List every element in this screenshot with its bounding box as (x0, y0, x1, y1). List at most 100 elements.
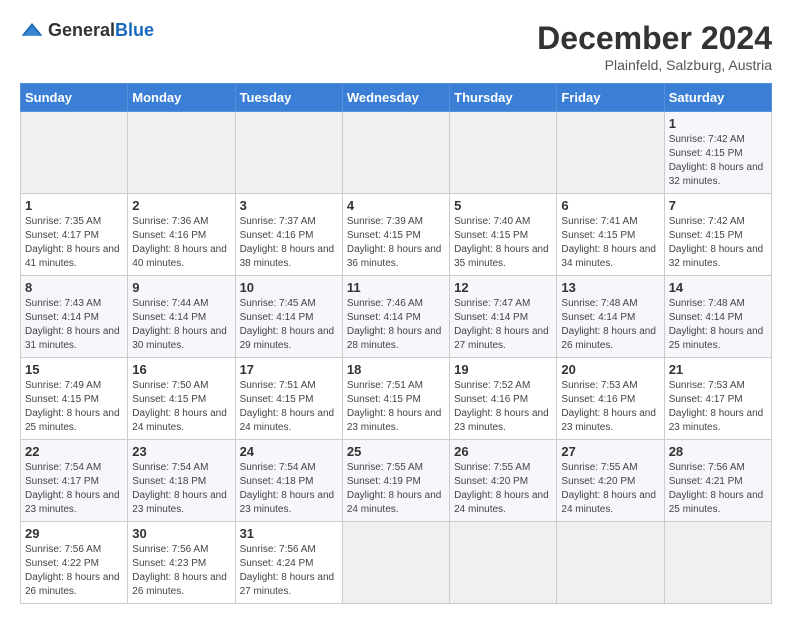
daylight: Daylight: 8 hours and 26 minutes. (132, 572, 227, 597)
day-number: 15 (25, 362, 123, 377)
sunset: Sunset: 4:17 PM (25, 230, 99, 241)
calendar-cell: 30 Sunrise: 7:56 AM Sunset: 4:23 PM Dayl… (128, 522, 235, 604)
day-info: Sunrise: 7:48 AM Sunset: 4:14 PM Dayligh… (669, 297, 767, 353)
day-number: 26 (454, 444, 552, 459)
day-number: 6 (561, 198, 659, 213)
day-number: 2 (132, 198, 230, 213)
sunrise: Sunrise: 7:37 AM (240, 216, 316, 227)
sunrise: Sunrise: 7:50 AM (132, 380, 208, 391)
calendar-cell: 24 Sunrise: 7:54 AM Sunset: 4:18 PM Dayl… (235, 440, 342, 522)
day-info: Sunrise: 7:56 AM Sunset: 4:24 PM Dayligh… (240, 543, 338, 599)
daylight: Daylight: 8 hours and 38 minutes. (240, 244, 335, 269)
daylight: Daylight: 8 hours and 34 minutes. (561, 244, 656, 269)
sunset: Sunset: 4:17 PM (669, 394, 743, 405)
sunrise: Sunrise: 7:54 AM (132, 462, 208, 473)
sunrise: Sunrise: 7:44 AM (132, 298, 208, 309)
sunrise: Sunrise: 7:41 AM (561, 216, 637, 227)
sunrise: Sunrise: 7:53 AM (669, 380, 745, 391)
sunset: Sunset: 4:17 PM (25, 476, 99, 487)
title-area: December 2024 Plainfeld, Salzburg, Austr… (537, 20, 772, 73)
sunset: Sunset: 4:24 PM (240, 558, 314, 569)
day-number: 7 (669, 198, 767, 213)
calendar-cell: 1 Sunrise: 7:42 AM Sunset: 4:15 PM Dayli… (664, 112, 771, 194)
sunrise: Sunrise: 7:46 AM (347, 298, 423, 309)
sunset: Sunset: 4:23 PM (132, 558, 206, 569)
day-info: Sunrise: 7:49 AM Sunset: 4:15 PM Dayligh… (25, 379, 123, 435)
daylight: Daylight: 8 hours and 24 minutes. (347, 490, 442, 515)
day-number: 30 (132, 526, 230, 541)
sunset: Sunset: 4:14 PM (347, 312, 421, 323)
week-row-5: 22 Sunrise: 7:54 AM Sunset: 4:17 PM Dayl… (21, 440, 772, 522)
week-row-6: 29 Sunrise: 7:56 AM Sunset: 4:22 PM Dayl… (21, 522, 772, 604)
calendar-cell: 28 Sunrise: 7:56 AM Sunset: 4:21 PM Dayl… (664, 440, 771, 522)
logo-general: General (48, 20, 115, 40)
day-info: Sunrise: 7:43 AM Sunset: 4:14 PM Dayligh… (25, 297, 123, 353)
daylight: Daylight: 8 hours and 24 minutes. (454, 490, 549, 515)
day-info: Sunrise: 7:42 AM Sunset: 4:15 PM Dayligh… (669, 215, 767, 271)
calendar-cell: 9 Sunrise: 7:44 AM Sunset: 4:14 PM Dayli… (128, 276, 235, 358)
sunset: Sunset: 4:15 PM (669, 230, 743, 241)
sunset: Sunset: 4:15 PM (347, 394, 421, 405)
day-info: Sunrise: 7:56 AM Sunset: 4:23 PM Dayligh… (132, 543, 230, 599)
sunrise: Sunrise: 7:56 AM (669, 462, 745, 473)
sunrise: Sunrise: 7:54 AM (25, 462, 101, 473)
calendar-table: SundayMondayTuesdayWednesdayThursdayFrid… (20, 83, 772, 604)
calendar-cell: 20 Sunrise: 7:53 AM Sunset: 4:16 PM Dayl… (557, 358, 664, 440)
day-header-saturday: Saturday (664, 84, 771, 112)
sunset: Sunset: 4:18 PM (132, 476, 206, 487)
sunrise: Sunrise: 7:49 AM (25, 380, 101, 391)
day-number: 12 (454, 280, 552, 295)
daylight: Daylight: 8 hours and 41 minutes. (25, 244, 120, 269)
day-info: Sunrise: 7:50 AM Sunset: 4:15 PM Dayligh… (132, 379, 230, 435)
day-number: 19 (454, 362, 552, 377)
calendar-cell (450, 112, 557, 194)
sunset: Sunset: 4:15 PM (132, 394, 206, 405)
day-number: 8 (25, 280, 123, 295)
sunset: Sunset: 4:16 PM (454, 394, 528, 405)
daylight: Daylight: 8 hours and 23 minutes. (240, 490, 335, 515)
calendar-cell (128, 112, 235, 194)
logo-blue: Blue (115, 20, 154, 40)
day-info: Sunrise: 7:54 AM Sunset: 4:18 PM Dayligh… (132, 461, 230, 517)
sunset: Sunset: 4:19 PM (347, 476, 421, 487)
calendar-cell: 14 Sunrise: 7:48 AM Sunset: 4:14 PM Dayl… (664, 276, 771, 358)
calendar-cell: 12 Sunrise: 7:47 AM Sunset: 4:14 PM Dayl… (450, 276, 557, 358)
sunrise: Sunrise: 7:56 AM (25, 544, 101, 555)
calendar-cell: 27 Sunrise: 7:55 AM Sunset: 4:20 PM Dayl… (557, 440, 664, 522)
sunrise: Sunrise: 7:55 AM (454, 462, 530, 473)
sunrise: Sunrise: 7:35 AM (25, 216, 101, 227)
day-number: 18 (347, 362, 445, 377)
sunset: Sunset: 4:21 PM (669, 476, 743, 487)
daylight: Daylight: 8 hours and 26 minutes. (561, 326, 656, 351)
day-header-wednesday: Wednesday (342, 84, 449, 112)
day-header-monday: Monday (128, 84, 235, 112)
calendar-cell: 29 Sunrise: 7:56 AM Sunset: 4:22 PM Dayl… (21, 522, 128, 604)
calendar-cell (664, 522, 771, 604)
header-row: SundayMondayTuesdayWednesdayThursdayFrid… (21, 84, 772, 112)
calendar-cell (235, 112, 342, 194)
day-number: 11 (347, 280, 445, 295)
daylight: Daylight: 8 hours and 27 minutes. (240, 572, 335, 597)
daylight: Daylight: 8 hours and 24 minutes. (132, 408, 227, 433)
daylight: Daylight: 8 hours and 36 minutes. (347, 244, 442, 269)
calendar-cell: 1 Sunrise: 7:35 AM Sunset: 4:17 PM Dayli… (21, 194, 128, 276)
day-number: 28 (669, 444, 767, 459)
calendar-subtitle: Plainfeld, Salzburg, Austria (537, 57, 772, 73)
sunrise: Sunrise: 7:56 AM (132, 544, 208, 555)
day-number: 5 (454, 198, 552, 213)
sunrise: Sunrise: 7:48 AM (669, 298, 745, 309)
sunrise: Sunrise: 7:39 AM (347, 216, 423, 227)
daylight: Daylight: 8 hours and 25 minutes. (25, 408, 120, 433)
daylight: Daylight: 8 hours and 28 minutes. (347, 326, 442, 351)
logo: GeneralBlue (20, 20, 154, 41)
week-row-1: 1 Sunrise: 7:42 AM Sunset: 4:15 PM Dayli… (21, 112, 772, 194)
sunrise: Sunrise: 7:55 AM (561, 462, 637, 473)
day-number: 14 (669, 280, 767, 295)
logo-icon (20, 21, 44, 41)
day-number: 10 (240, 280, 338, 295)
day-number: 24 (240, 444, 338, 459)
sunrise: Sunrise: 7:52 AM (454, 380, 530, 391)
week-row-2: 1 Sunrise: 7:35 AM Sunset: 4:17 PM Dayli… (21, 194, 772, 276)
daylight: Daylight: 8 hours and 35 minutes. (454, 244, 549, 269)
sunrise: Sunrise: 7:42 AM (669, 134, 745, 145)
